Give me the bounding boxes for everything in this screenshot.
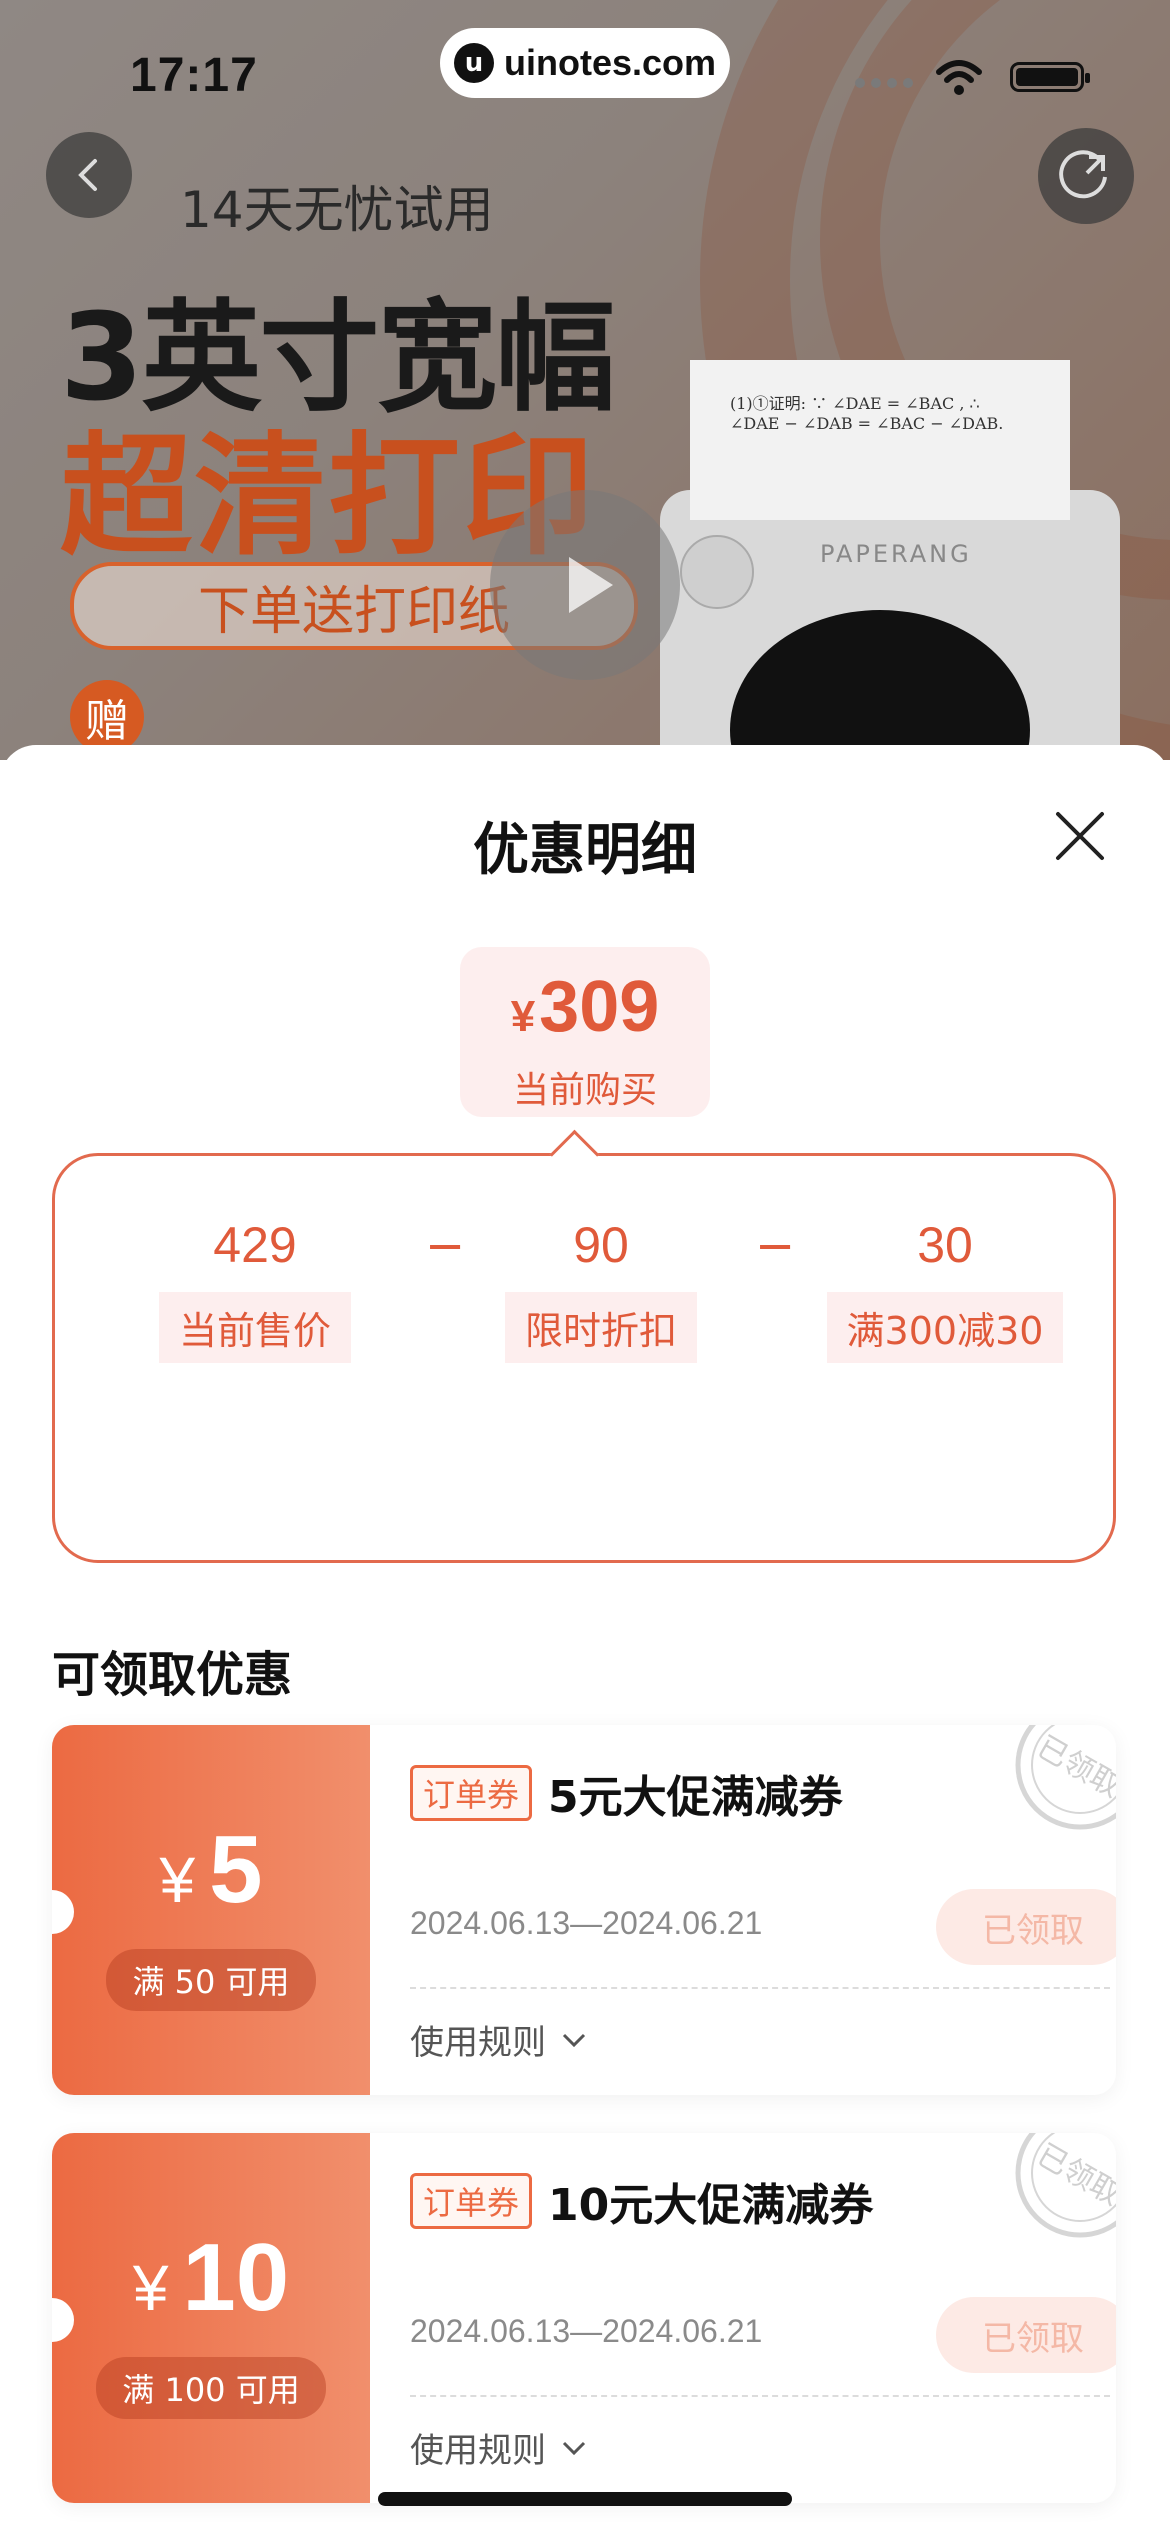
current-price-label: 当前购买 [512, 1070, 657, 1111]
available-coupons-title: 可领取优惠 [52, 1647, 293, 1703]
breakdown-value: 429 [213, 1217, 297, 1273]
breakdown-value: 90 [573, 1217, 629, 1273]
usage-rules-label: 使用规则 [410, 2431, 546, 2471]
discount-detail-sheet: 优惠明细 ¥309 当前购买 429 当前售价 − 90 限时折扣 − 30 满… [0, 745, 1170, 2532]
minus-sign: − [425, 1218, 466, 1274]
breakdown-item: 30 满300减30 [815, 1216, 1075, 1363]
coupon-type-tag: 订单券 [410, 2173, 533, 2229]
usage-rules-toggle[interactable]: 使用规则 [410, 2423, 588, 2472]
chevron-down-icon [562, 2033, 586, 2047]
watermark-logo-icon: u [453, 43, 494, 83]
currency-symbol: ¥ [510, 992, 536, 1041]
breakdown-label: 满300减30 [826, 1292, 1064, 1363]
price-breakdown-box: 429 当前售价 − 90 限时折扣 − 30 满300减30 [52, 1129, 1116, 1563]
close-icon[interactable] [1052, 808, 1108, 864]
status-bar: 17:17 u uinotes.com [0, 0, 1170, 150]
usage-rules-toggle[interactable]: 使用规则 [410, 2015, 588, 2064]
claimed-stamp-icon: 已领取 [1015, 2133, 1116, 2238]
coupon-validity-date: 2024.06.13—2024.06.21 [410, 1905, 763, 1941]
stamp-text: 已领取 [1031, 2138, 1116, 2213]
signal-icon [855, 78, 913, 88]
back-button[interactable] [46, 132, 132, 218]
divider [410, 1987, 1110, 1989]
share-icon [1059, 150, 1107, 199]
current-price: ¥309 [460, 967, 710, 1057]
coupon-condition: 满 100 可用 [96, 2357, 326, 2419]
claimed-button[interactable]: 已领取 [936, 1889, 1116, 1965]
coupon-validity-date: 2024.06.13—2024.06.21 [410, 2313, 763, 2349]
coupon-value-panel: ¥5 满 50 可用 [52, 1725, 370, 2095]
coupon-type-tag: 订单券 [410, 1765, 533, 1821]
printer-brand: PAPERANG [820, 540, 972, 568]
play-video-button[interactable] [490, 490, 680, 680]
callout-notch [549, 1129, 600, 1180]
currency-symbol: ¥ [159, 1844, 196, 1916]
power-button-graphic [680, 535, 754, 609]
current-price-bubble: ¥309 当前购买 [460, 947, 710, 1117]
breakdown-item: 429 当前售价 [155, 1216, 355, 1363]
share-button[interactable] [1038, 128, 1134, 224]
stamp-text: 已领取 [1031, 1730, 1116, 1805]
coupon-value: ¥5 [52, 1815, 370, 1935]
divider [410, 2395, 1110, 2397]
breakdown-label: 当前售价 [158, 1292, 351, 1363]
chevron-down-icon [562, 2441, 586, 2455]
promo-subtitle: 14天无忧试用 [180, 181, 494, 239]
breakdown-label: 限时折扣 [504, 1292, 697, 1363]
watermark-badge: u uinotes.com [440, 28, 730, 98]
status-time: 17:17 [130, 49, 258, 102]
coupon-condition: 满 50 可用 [106, 1949, 316, 2011]
home-indicator[interactable] [378, 2492, 792, 2506]
gift-badge: 赠 [70, 680, 144, 754]
usage-rules-label: 使用规则 [410, 2023, 546, 2063]
minus-sign: − [755, 1218, 796, 1274]
play-icon [569, 557, 613, 613]
coupon-card: ¥5 满 50 可用 订单券 5元大促满减券 2024.06.13—2024.0… [52, 1725, 1116, 2095]
coupon-name: 10元大促满减券 [548, 2180, 874, 2231]
coupon-name: 5元大促满减券 [548, 1772, 843, 1823]
wifi-icon [936, 60, 982, 95]
coupon-value: ¥10 [52, 2223, 370, 2343]
claimed-stamp-icon: 已领取 [1015, 1725, 1116, 1830]
battery-icon [1010, 62, 1090, 92]
current-price-amount: 309 [539, 967, 660, 1047]
coupon-amount: 10 [182, 2224, 290, 2331]
watermark-text: uinotes.com [503, 42, 717, 83]
coupon-amount: 5 [209, 1816, 263, 1923]
printer-image: (1)①证明: ∵ ∠DAE = ∠BAC , ∴ ∠DAE − ∠DAB = … [660, 360, 1120, 760]
coupon-card: ¥10 满 100 可用 订单券 10元大促满减券 2024.06.13—202… [52, 2133, 1116, 2503]
currency-symbol: ¥ [132, 2252, 169, 2324]
printer-roller-graphic [730, 610, 1030, 760]
coupon-info-panel: 订单券 10元大促满减券 2024.06.13—2024.06.21 已领取 使… [370, 2133, 1116, 2503]
coupon-info-panel: 订单券 5元大促满减券 2024.06.13—2024.06.21 已领取 使用… [370, 1725, 1116, 2095]
claimed-button[interactable]: 已领取 [936, 2297, 1116, 2373]
breakdown-item: 90 限时折扣 [501, 1216, 701, 1363]
sheet-title: 优惠明细 [473, 818, 697, 883]
coupon-value-panel: ¥10 满 100 可用 [52, 2133, 370, 2503]
back-icon [78, 159, 97, 191]
breakdown-value: 30 [917, 1217, 973, 1273]
printed-paper: (1)①证明: ∵ ∠DAE = ∠BAC , ∴ ∠DAE − ∠DAB = … [690, 360, 1070, 520]
